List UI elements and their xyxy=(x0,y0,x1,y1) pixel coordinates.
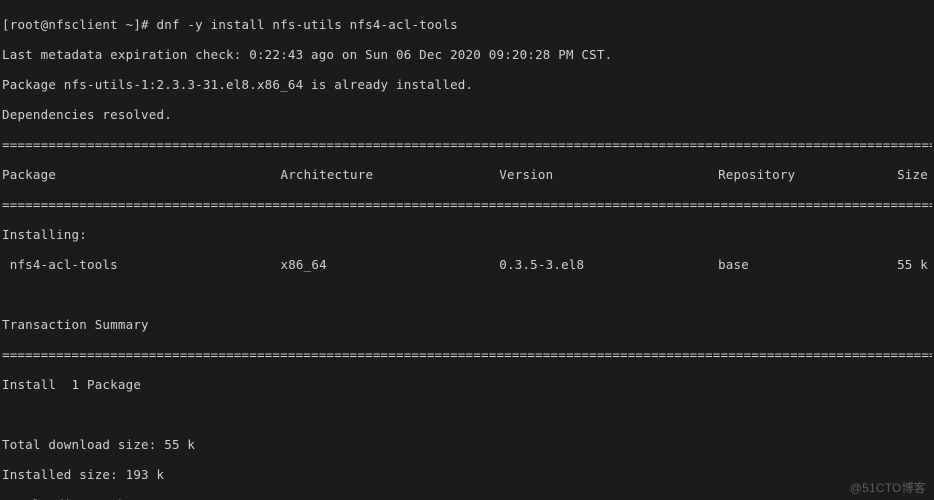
watermark-text: @51CTO博客 xyxy=(850,481,926,496)
separator-line: ========================================… xyxy=(2,197,932,212)
separator-line: ========================================… xyxy=(2,347,932,362)
cell-repository: base xyxy=(718,257,897,272)
output-line: Installing: xyxy=(2,227,932,242)
blank-line xyxy=(2,407,932,422)
output-line: Total download size: 55 k xyxy=(2,437,932,452)
output-line: Install 1 Package xyxy=(2,377,932,392)
table-header-row: Package Architecture Version Repository … xyxy=(2,167,932,182)
output-line: Package nfs-utils-1:2.3.3-31.el8.x86_64 … xyxy=(2,77,932,92)
cell-size: 55 k xyxy=(897,257,932,272)
output-line: Installed size: 193 k xyxy=(2,467,932,482)
col-repository: Repository xyxy=(718,167,897,182)
output-line: Dependencies resolved. xyxy=(2,107,932,122)
command-text: dnf -y install nfs-utils nfs4-acl-tools xyxy=(157,17,458,32)
col-architecture: Architecture xyxy=(280,167,499,182)
col-version: Version xyxy=(499,167,718,182)
separator-line: ========================================… xyxy=(2,137,932,152)
prompt-line: [root@nfsclient ~]# dnf -y install nfs-u… xyxy=(2,17,932,32)
output-line: Transaction Summary xyxy=(2,317,932,332)
col-size: Size xyxy=(897,167,932,182)
col-package: Package xyxy=(2,167,280,182)
table-row: nfs4-acl-tools x86_64 0.3.5-3.el8 base 5… xyxy=(2,257,932,272)
terminal-output[interactable]: [root@nfsclient ~]# dnf -y install nfs-u… xyxy=(0,0,934,500)
cell-package: nfs4-acl-tools xyxy=(2,257,280,272)
cell-version: 0.3.5-3.el8 xyxy=(499,257,718,272)
shell-prompt: [root@nfsclient ~]# xyxy=(2,17,157,32)
blank-line xyxy=(2,287,932,302)
output-line: Last metadata expiration check: 0:22:43 … xyxy=(2,47,932,62)
cell-architecture: x86_64 xyxy=(280,257,499,272)
